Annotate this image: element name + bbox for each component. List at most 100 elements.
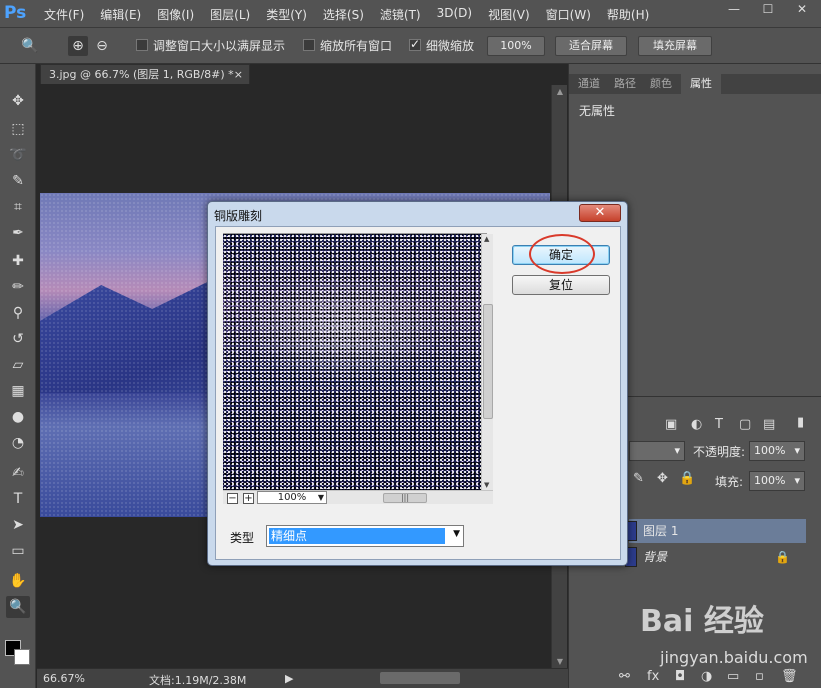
- menu-filter[interactable]: 滤镜(T): [380, 6, 421, 23]
- menu-select[interactable]: 选择(S): [323, 6, 364, 23]
- preview-vertical-scrollbar[interactable]: ▲ ▼: [481, 234, 493, 490]
- tab-color[interactable]: 颜色: [645, 74, 677, 94]
- reset-button[interactable]: 复位: [512, 275, 610, 295]
- options-bar: 🔍 ⊕ ⊖ 调整窗口大小以满屏显示 缩放所有窗口 细微缩放 100% 适合屏幕 …: [0, 28, 821, 64]
- eyedropper-tool-icon[interactable]: ✒: [6, 222, 30, 244]
- menu-view[interactable]: 视图(V): [488, 6, 530, 23]
- opacity-field[interactable]: 100% ▾: [749, 441, 805, 461]
- type-filter-icon[interactable]: T: [715, 417, 723, 432]
- document-tab[interactable]: 3.jpg @ 66.7% (图层 1, RGB/8#) * ×: [40, 64, 250, 84]
- close-document-icon[interactable]: ×: [234, 65, 243, 84]
- fill-label: 填充:: [715, 475, 744, 489]
- fill-screen-button[interactable]: 填充屏幕: [638, 36, 712, 56]
- maximize-button[interactable]: ☐: [751, 0, 785, 20]
- adjustment-layer-icon[interactable]: ◑: [701, 669, 712, 684]
- hand-tool-icon[interactable]: ✋: [6, 570, 30, 592]
- chevron-down-icon: ▾: [794, 474, 800, 487]
- menu-bar: Ps 文件(F) 编辑(E) 图像(I) 图层(L) 类型(Y) 选择(S) 滤…: [0, 0, 821, 28]
- fill-field[interactable]: 100% ▾: [749, 471, 805, 491]
- zoom-in-icon[interactable]: ⊕: [68, 36, 88, 56]
- tab-paths[interactable]: 路径: [609, 74, 641, 94]
- history-brush-tool-icon[interactable]: ↺: [6, 328, 30, 350]
- blur-tool-icon[interactable]: ●: [6, 406, 30, 428]
- zoom-all-windows-checkbox[interactable]: [303, 39, 315, 51]
- menu-window[interactable]: 窗口(W): [546, 6, 591, 23]
- type-select[interactable]: 精细点 ▼: [266, 525, 464, 547]
- status-menu-arrow-icon[interactable]: ▶: [285, 672, 293, 685]
- filter-toggle-icon[interactable]: ▮: [797, 415, 804, 430]
- zoom-tool-preset-icon[interactable]: 🔍: [20, 36, 40, 56]
- shape-filter-icon[interactable]: ▢: [739, 417, 751, 432]
- chevron-down-icon: ▼: [453, 529, 460, 539]
- status-bar: 66.67% 文档:1.19M/2.38M ▶: [37, 668, 568, 688]
- healing-brush-tool-icon[interactable]: ✚: [6, 250, 30, 272]
- fit-screen-button[interactable]: 适合屏幕: [555, 36, 627, 56]
- scrubby-zoom-label: 细微缩放: [426, 39, 475, 53]
- photoshop-logo: Ps: [4, 3, 27, 23]
- image-filter-icon[interactable]: ▣: [665, 417, 677, 432]
- shape-tool-icon[interactable]: ▭: [6, 540, 30, 562]
- menu-image[interactable]: 图像(I): [157, 6, 194, 23]
- background-color-swatch[interactable]: [14, 649, 30, 665]
- menu-help[interactable]: 帮助(H): [607, 6, 649, 23]
- link-layers-icon[interactable]: ⚯: [619, 669, 630, 684]
- preview-horizontal-scroll-thumb[interactable]: |||: [383, 493, 427, 503]
- lock-icon: 🔒: [775, 550, 790, 564]
- lasso-tool-icon[interactable]: ➰: [6, 144, 30, 166]
- menu-type[interactable]: 类型(Y): [266, 6, 307, 23]
- zoom-100-button[interactable]: 100%: [487, 36, 545, 56]
- menu-file[interactable]: 文件(F): [44, 6, 84, 23]
- zoom-level[interactable]: 66.67%: [43, 672, 85, 685]
- filter-preview[interactable]: [223, 234, 481, 490]
- tab-properties[interactable]: 属性: [681, 74, 721, 94]
- path-select-tool-icon[interactable]: ➤: [6, 514, 30, 536]
- close-window-button[interactable]: ✕: [785, 0, 819, 20]
- menu-3d[interactable]: 3D(D): [437, 6, 472, 23]
- canvas-horizontal-scrollbar[interactable]: [380, 672, 460, 684]
- document-tab-title: 3.jpg @ 66.7% (图层 1, RGB/8#) *: [49, 68, 234, 81]
- zoom-out-icon[interactable]: ⊖: [92, 36, 112, 56]
- lock-all-icon[interactable]: 🔒: [679, 471, 695, 486]
- preview-zoom-out-button[interactable]: −: [227, 493, 238, 504]
- blend-mode-select[interactable]: ▾: [629, 441, 685, 461]
- preview-scroll-thumb[interactable]: [483, 304, 493, 419]
- dialog-close-button[interactable]: ✕: [579, 204, 621, 222]
- layer-row-background[interactable]: 背景 🔒: [629, 545, 806, 569]
- preview-grain: [223, 234, 481, 490]
- group-icon[interactable]: ▭: [727, 669, 739, 684]
- type-tool-icon[interactable]: T: [6, 488, 30, 510]
- eraser-tool-icon[interactable]: ▱: [6, 354, 30, 376]
- minimize-button[interactable]: —: [717, 0, 751, 20]
- preview-zoom-field[interactable]: 100% ▼: [257, 491, 327, 504]
- new-layer-icon[interactable]: ▫: [755, 669, 764, 684]
- adjustment-filter-icon[interactable]: ◐: [691, 417, 702, 432]
- crop-tool-icon[interactable]: ⌗: [6, 196, 30, 218]
- marquee-tool-icon[interactable]: ⬚: [6, 118, 30, 140]
- dodge-tool-icon[interactable]: ◔: [6, 432, 30, 454]
- trash-icon[interactable]: 🗑: [781, 669, 798, 684]
- layer-style-icon[interactable]: fx: [647, 669, 659, 684]
- quick-select-tool-icon[interactable]: ✎: [6, 170, 30, 192]
- move-tool-icon[interactable]: ✥: [6, 90, 30, 112]
- clone-stamp-tool-icon[interactable]: ⚲: [6, 302, 30, 324]
- tab-channels[interactable]: 通道: [573, 74, 605, 94]
- scrubby-zoom-checkbox[interactable]: [409, 37, 421, 51]
- menu-layer[interactable]: 图层(L): [210, 6, 250, 23]
- layer-row-layer1[interactable]: 图层 1: [629, 519, 806, 543]
- zoom-tool-icon[interactable]: 🔍: [6, 596, 30, 618]
- scroll-up-icon[interactable]: ▲: [484, 235, 489, 243]
- pen-tool-icon[interactable]: ✍: [6, 462, 30, 484]
- lock-position-icon[interactable]: ✥: [657, 471, 668, 486]
- menu-edit[interactable]: 编辑(E): [100, 6, 141, 23]
- scroll-down-icon[interactable]: ▼: [484, 481, 489, 489]
- gradient-tool-icon[interactable]: ▦: [6, 380, 30, 402]
- brush-tool-icon[interactable]: ✏: [6, 276, 30, 298]
- scroll-up-icon[interactable]: ▲: [555, 87, 565, 96]
- resize-windows-checkbox[interactable]: [136, 39, 148, 51]
- layer-mask-icon[interactable]: ◘: [675, 669, 685, 684]
- mezzotint-dialog: 铜版雕刻 ✕ ▲ ▼ − + 100% ▼ ||| 确定 复位 类型 精细点 ▼: [207, 201, 628, 566]
- lock-pixels-icon[interactable]: ✎: [633, 471, 644, 486]
- smart-object-filter-icon[interactable]: ▤: [763, 417, 775, 432]
- scroll-down-icon[interactable]: ▼: [555, 657, 565, 666]
- preview-zoom-in-button[interactable]: +: [243, 493, 254, 504]
